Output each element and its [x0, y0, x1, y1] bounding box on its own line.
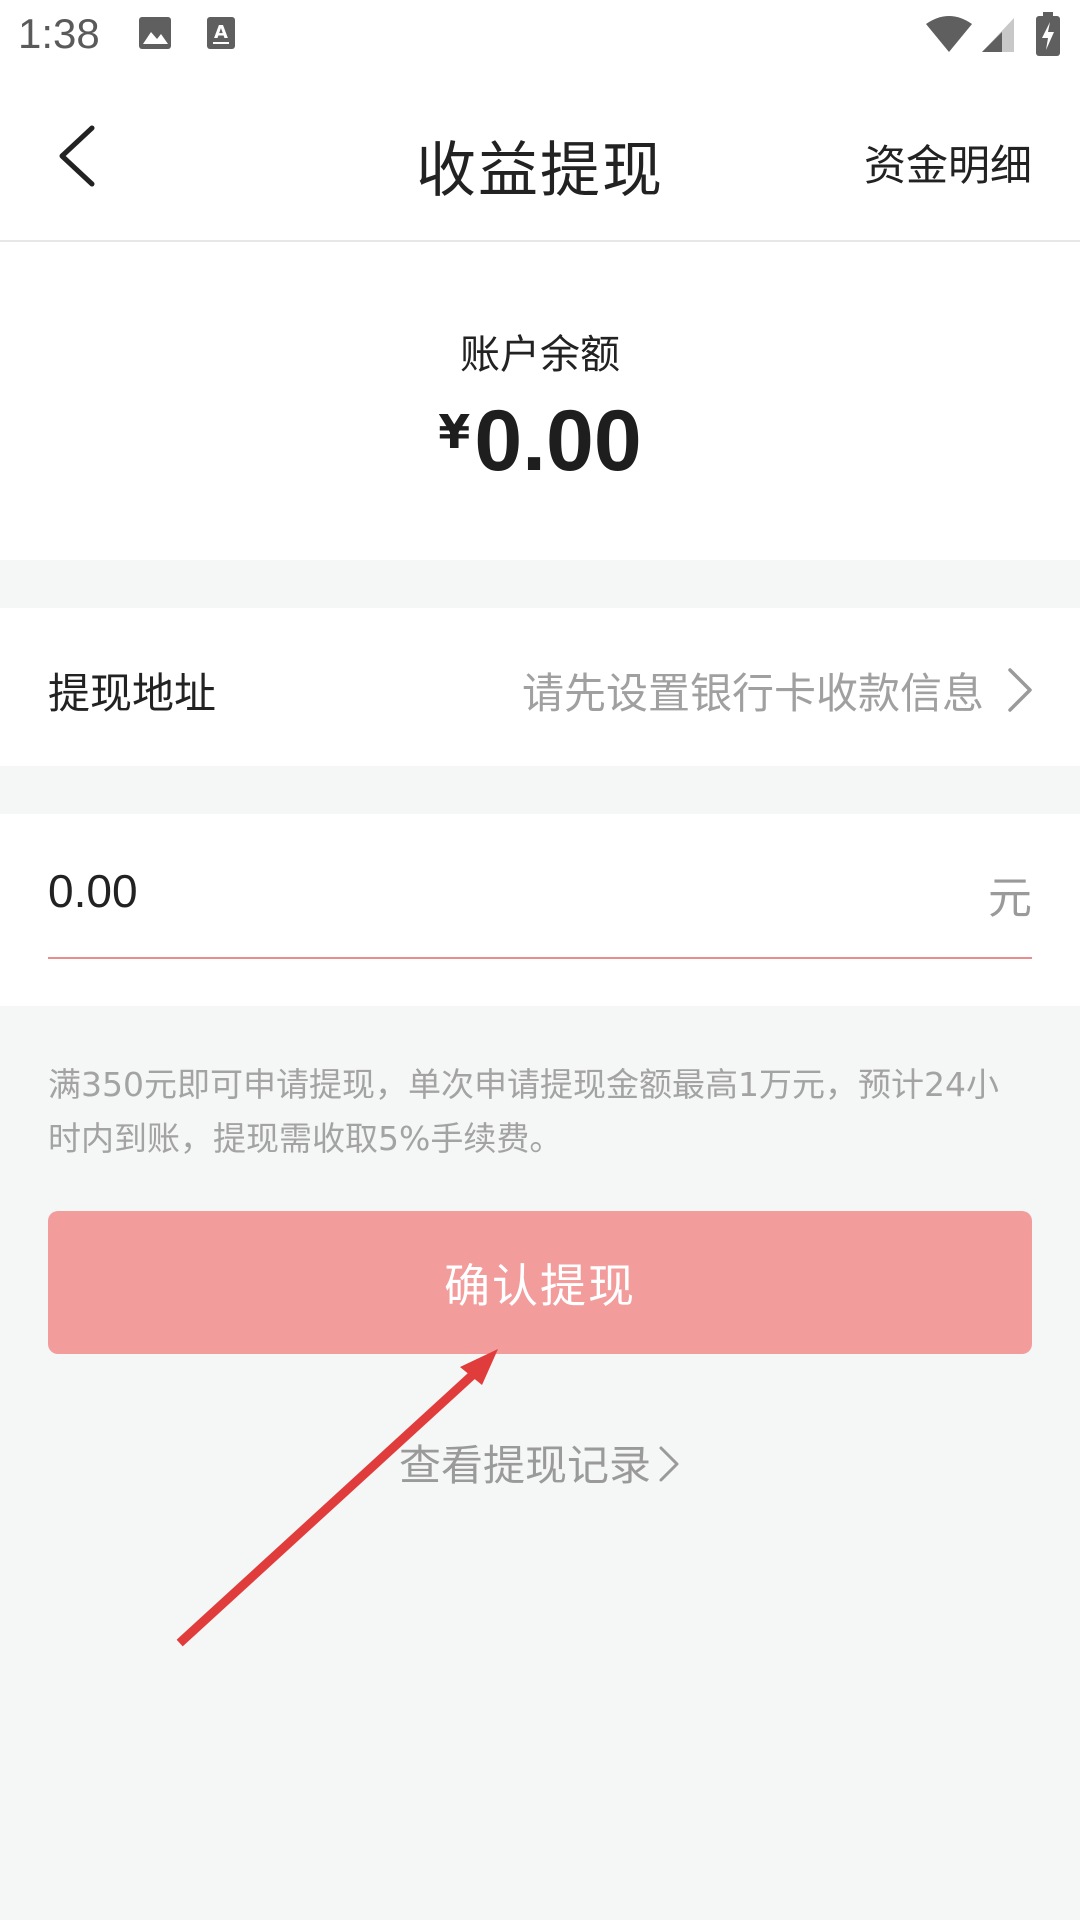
chevron-right-icon — [1000, 666, 1036, 714]
fund-details-link[interactable]: 资金明细 — [864, 132, 1032, 193]
wifi-icon — [924, 14, 974, 58]
amount-unit: 元 — [988, 873, 1032, 924]
status-bar: 1:38 A — [0, 0, 1080, 74]
balance-label: 账户余额 — [460, 332, 620, 378]
signal-icon — [980, 16, 1016, 58]
withdraw-address-value: 请先设置银行卡收款信息 — [521, 669, 984, 718]
svg-text:A: A — [214, 22, 228, 43]
amount-input-underline — [48, 957, 1032, 959]
text-icon: A — [206, 16, 236, 54]
withdraw-address-row[interactable]: 提现地址 请先设置银行卡收款信息 — [0, 608, 1080, 766]
withdraw-rules-text: 满350元即可申请提现，单次申请提现金额最高1万元，预计24小时内到账，提现需收… — [48, 1065, 999, 1158]
withdraw-record-link[interactable]: 查看提现记录 — [0, 1432, 1080, 1494]
amount-section: 元 — [0, 814, 1080, 1006]
balance-amount: ¥0.00 — [0, 392, 1080, 491]
battery-charging-icon — [1036, 12, 1060, 60]
nav-bar: 收益提现 资金明细 — [0, 74, 1080, 242]
confirm-button[interactable]: 确认提现 — [48, 1211, 1032, 1354]
image-icon — [138, 16, 172, 54]
withdraw-record-label: 查看提现记录 — [398, 1441, 651, 1490]
currency-symbol: ¥ — [438, 405, 471, 459]
chevron-right-icon — [657, 1444, 681, 1494]
screen: 1:38 A 收益提现 资金明细 账户余额 ¥0.00 提现地址 请先设置银行卡… — [0, 0, 1080, 1920]
balance-card: 账户余额 ¥0.00 — [0, 242, 1080, 560]
withdraw-address-label: 提现地址 — [48, 669, 217, 718]
amount-input[interactable] — [48, 856, 928, 926]
balance-value: 0.00 — [474, 393, 642, 489]
status-time: 1:38 — [18, 10, 100, 57]
